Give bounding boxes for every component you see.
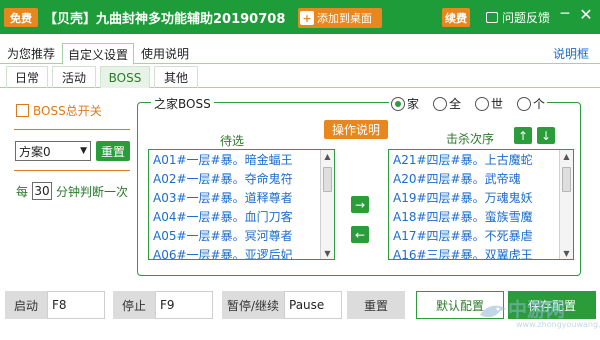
kill-order-list[interactable]: A21#四层#暴。上古魔蛇 A20#四层#暴。武帝魂 A19#四层#暴。万魂鬼妖… xyxy=(388,149,574,260)
tab-custom-settings[interactable]: 自定义设置 xyxy=(62,43,134,65)
list-item[interactable]: A21#四层#暴。上古魔蛇 xyxy=(389,150,573,169)
list-item[interactable]: A19#四层#暴。万魂鬼妖 xyxy=(389,188,573,207)
radio-all-label: 全 xyxy=(449,97,462,111)
pause-hotkey-input[interactable]: Pause xyxy=(284,291,342,319)
interval-minutes-input[interactable]: 30 xyxy=(32,182,53,200)
kill-order-scrollbar[interactable]: ▲ ▼ xyxy=(559,150,573,259)
scroll-down-arrow-icon[interactable]: ▼ xyxy=(321,247,334,259)
title-bar: 免费 【贝壳】九曲封神多功能辅助20190708 + 添加到桌面 续费 问题反馈… xyxy=(0,0,600,34)
radio-world-label: 世 xyxy=(491,97,504,111)
stop-label: 停止 xyxy=(113,291,155,319)
divider xyxy=(14,170,130,171)
scroll-thumb[interactable] xyxy=(323,167,332,192)
scroll-up-arrow-icon[interactable]: ▲ xyxy=(321,150,334,162)
checkbox[interactable] xyxy=(16,104,29,117)
top-tab-bar: 为您推荐 自定义设置 使用说明 说明框 xyxy=(0,43,600,65)
radio-personal-label: 个 xyxy=(533,97,546,111)
list-item[interactable]: A06#一层#暴。亚逻后妃 xyxy=(149,245,334,259)
stop-hotkey-input[interactable]: F9 xyxy=(155,291,213,319)
radio-home[interactable]: 家 xyxy=(391,95,419,112)
boss-type-radio-group: 家 全 世 个 xyxy=(389,95,548,112)
divider xyxy=(14,129,130,130)
boss-group-label: 之家BOSS xyxy=(151,95,214,112)
start-hotkey: 启动 F8 xyxy=(5,291,105,319)
chevron-down-icon: ▼ xyxy=(80,146,87,156)
kill-order-header: 击杀次序 xyxy=(446,132,495,146)
boss-master-switch[interactable]: BOSS总开关 xyxy=(16,102,102,119)
remove-from-kill-order-button[interactable]: ← xyxy=(351,226,369,243)
radio-button[interactable] xyxy=(433,96,448,111)
help-box-link[interactable]: 说明框 xyxy=(553,45,589,62)
pending-list[interactable]: A01#一层#暴。暗金蝠王 A02#一层#暴。夺命鬼符 A03#一层#暴。道释尊… xyxy=(148,149,335,260)
bottom-control-bar: 启动 F8 停止 F9 暂停/继续 Pause 重置 默认配置 保存配置 xyxy=(0,291,600,340)
feedback-link[interactable]: 问题反馈 xyxy=(486,9,550,26)
list-item[interactable]: A01#一层#暴。暗金蝠王 xyxy=(149,150,334,169)
default-config-button[interactable]: 默认配置 xyxy=(416,291,504,319)
list-item[interactable]: A18#四层#暴。蛮族雪魔 xyxy=(389,207,573,226)
tab-recommend[interactable]: 为您推荐 xyxy=(2,43,62,64)
pending-list-header: 待选 xyxy=(220,134,245,148)
add-to-desktop-label: 添加到桌面 xyxy=(317,12,372,25)
scroll-up-arrow-icon[interactable]: ▲ xyxy=(560,150,573,162)
sub-tab-bar: 日常 活动 BOSS 其他 xyxy=(0,66,600,88)
scroll-down-arrow-icon[interactable]: ▼ xyxy=(560,247,573,259)
radio-world[interactable]: 世 xyxy=(475,95,503,112)
list-item[interactable]: A02#一层#暴。夺命鬼符 xyxy=(149,169,334,188)
radio-personal[interactable]: 个 xyxy=(517,95,545,112)
hotkey-reset-button[interactable]: 重置 xyxy=(347,291,405,319)
plus-icon: + xyxy=(300,11,314,25)
list-item[interactable]: A17#四层#暴。不死暴虐 xyxy=(389,226,573,245)
radio-home-label: 家 xyxy=(407,97,420,111)
save-config-button[interactable]: 保存配置 xyxy=(508,291,596,319)
tab-instructions[interactable]: 使用说明 xyxy=(136,43,196,64)
radio-button[interactable] xyxy=(475,96,490,111)
close-button[interactable]: ✕ xyxy=(578,7,594,23)
pause-hotkey: 暂停/继续 Pause xyxy=(222,291,342,319)
tab-daily[interactable]: 日常 xyxy=(6,66,48,88)
tab-events[interactable]: 活动 xyxy=(52,66,96,88)
app-title: 【贝壳】九曲封神多功能辅助20190708 xyxy=(44,12,286,27)
renew-button[interactable]: 续费 xyxy=(442,8,470,27)
plan-reset-button[interactable]: 重置 xyxy=(96,141,130,161)
list-item[interactable]: A20#四层#暴。武帝魂 xyxy=(389,169,573,188)
list-item[interactable]: A16#三层#暴。双翼虎王 xyxy=(389,245,573,259)
list-item[interactable]: A05#一层#暴。冥河尊者 xyxy=(149,226,334,245)
tab-other[interactable]: 其他 xyxy=(154,66,198,88)
add-to-kill-order-button[interactable]: → xyxy=(351,196,369,213)
boss-master-switch-label: BOSS总开关 xyxy=(33,104,102,118)
plan-select[interactable]: 方案0 ▼ xyxy=(15,141,91,161)
operation-help-button[interactable]: 操作说明 xyxy=(324,120,388,139)
interval-suffix: 分钟判断一次 xyxy=(56,184,129,199)
chat-bubble-icon xyxy=(486,12,498,23)
add-to-desktop-button[interactable]: + 添加到桌面 xyxy=(298,8,382,28)
check-interval: 每 30 分钟判断一次 xyxy=(16,182,128,200)
radio-button[interactable] xyxy=(391,96,405,111)
minimize-button[interactable]: ─ xyxy=(558,7,572,23)
radio-button[interactable] xyxy=(517,96,532,111)
move-up-button[interactable]: ↑ xyxy=(514,127,532,144)
list-item[interactable]: A03#一层#暴。道释尊者 xyxy=(149,188,334,207)
pending-list-scrollbar[interactable]: ▲ ▼ xyxy=(320,150,334,259)
plan-select-value: 方案0 xyxy=(19,144,51,159)
feedback-label: 问题反馈 xyxy=(502,11,551,25)
free-badge: 免费 xyxy=(4,8,38,27)
start-hotkey-input[interactable]: F8 xyxy=(47,291,105,319)
stop-hotkey: 停止 F9 xyxy=(113,291,213,319)
tab-boss[interactable]: BOSS xyxy=(100,66,150,88)
pause-label: 暂停/继续 xyxy=(222,291,284,319)
list-item[interactable]: A04#一层#暴。血门刀客 xyxy=(149,207,334,226)
move-down-button[interactable]: ↓ xyxy=(537,127,555,144)
radio-all[interactable]: 全 xyxy=(433,95,461,112)
interval-prefix: 每 xyxy=(16,184,29,199)
scroll-thumb[interactable] xyxy=(562,167,571,192)
start-label: 启动 xyxy=(5,291,47,319)
